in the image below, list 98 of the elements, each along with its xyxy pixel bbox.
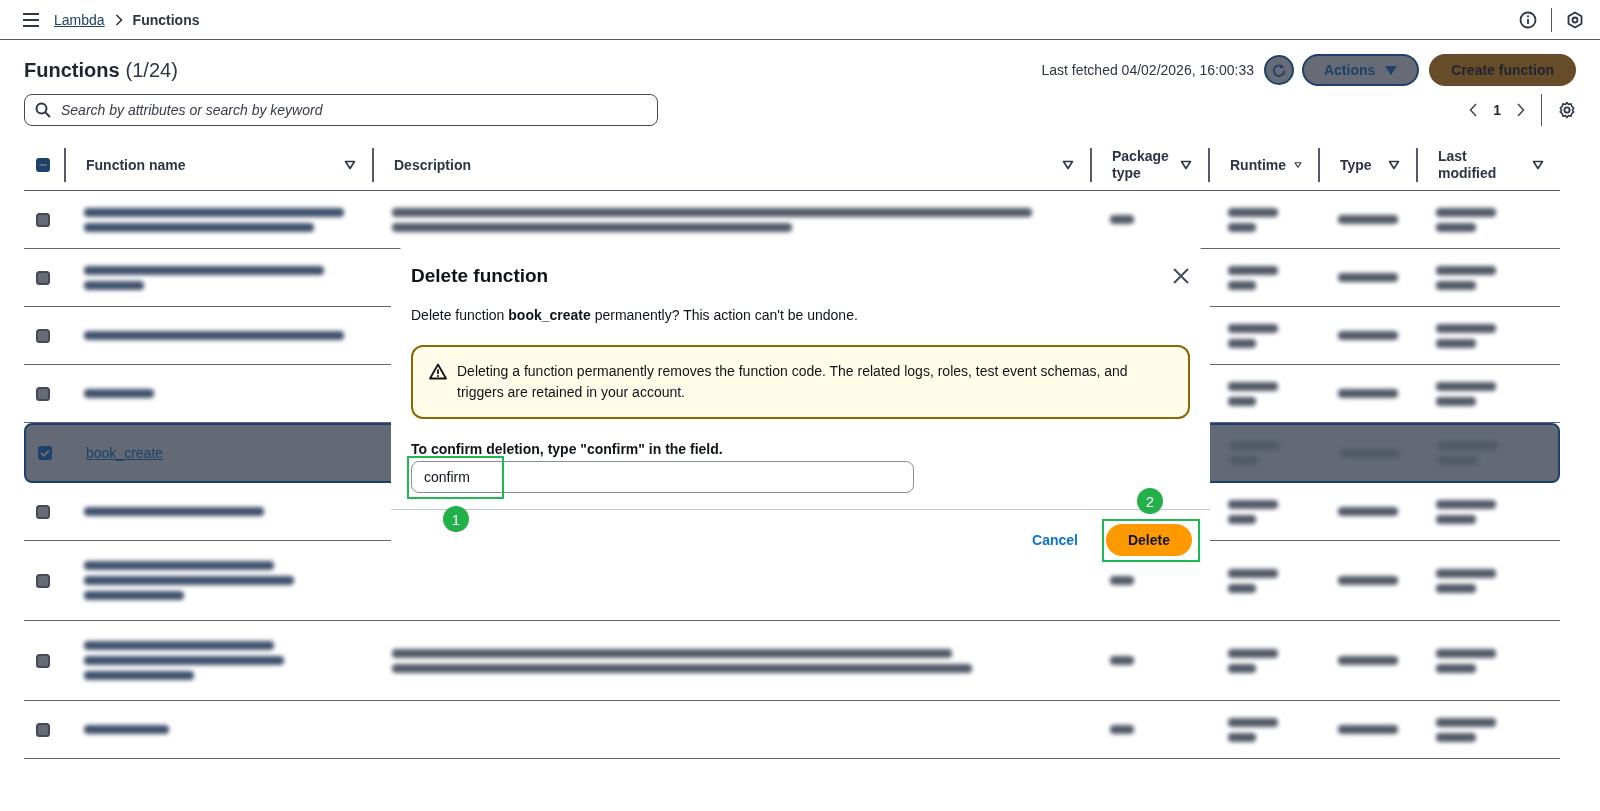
breadcrumb-link[interactable]: Lambda <box>54 11 105 28</box>
blurred-text <box>1436 222 1476 232</box>
delete-button[interactable]: Delete <box>1105 524 1192 556</box>
refresh-button[interactable] <box>1263 55 1294 85</box>
blurred-text <box>1228 583 1256 593</box>
blurred-text <box>1436 396 1476 406</box>
blurred-text <box>1228 265 1278 275</box>
column-label: Type <box>1340 156 1373 174</box>
dialog-message: Delete function book_create permanently? This action can't be undone. <box>411 307 859 323</box>
page-title: Functions <box>24 58 120 82</box>
column-label: Function name <box>86 156 187 174</box>
blurred-text <box>1436 663 1476 673</box>
blurred-text <box>1110 656 1134 665</box>
step-number-badge: 1 <box>443 506 469 532</box>
row-checkbox[interactable] <box>38 446 52 460</box>
row-checkbox[interactable] <box>36 504 50 519</box>
warning-icon <box>429 363 447 380</box>
blurred-text <box>1110 576 1134 585</box>
chevron-right-icon <box>114 13 123 26</box>
row-checkbox[interactable] <box>36 212 50 227</box>
blurred-text <box>1338 576 1398 585</box>
blurred-text <box>1228 717 1278 727</box>
blurred-text <box>1228 280 1256 290</box>
caret-down-icon <box>1532 160 1544 170</box>
blurred-text <box>1228 323 1278 333</box>
info-icon[interactable] <box>1519 10 1537 29</box>
blurred-text <box>1338 331 1398 340</box>
blurred-text <box>1338 389 1398 398</box>
refresh-icon <box>1271 62 1286 78</box>
blurred-text <box>1436 732 1476 742</box>
blurred-text <box>1436 280 1476 290</box>
blurred-text <box>1228 514 1256 524</box>
step-number-badge: 2 <box>1136 488 1163 514</box>
blurred-text <box>1436 499 1496 509</box>
blurred-text <box>1338 507 1398 516</box>
column-label: Description <box>394 156 472 174</box>
blurred-text <box>1228 338 1256 348</box>
blurred-text <box>1436 323 1496 333</box>
column-label: Package type <box>1112 148 1170 182</box>
blurred-text <box>1338 725 1398 734</box>
blurred-text <box>84 280 144 290</box>
column-label: Last modified <box>1438 148 1498 182</box>
row-checkbox[interactable] <box>36 270 50 285</box>
dialog-title: Delete function <box>411 265 550 287</box>
last-fetched-text: Last fetched 04/02/2026, 16:00:33 <box>1041 62 1254 78</box>
search-input[interactable]: Search by attributes or search by keyword <box>59 101 647 119</box>
blurred-text <box>1338 215 1398 224</box>
blurred-text <box>1228 663 1256 673</box>
row-checkbox[interactable] <box>36 328 50 343</box>
row-checkbox[interactable] <box>36 573 50 588</box>
blurred-text <box>1228 499 1278 509</box>
chevron-left-icon[interactable] <box>1469 103 1478 117</box>
blurred-text <box>1436 583 1476 593</box>
caret-down-icon <box>1388 160 1400 170</box>
blurred-text <box>1110 215 1134 224</box>
function-count: (1/24) <box>125 58 178 82</box>
blurred-text <box>1228 207 1278 217</box>
blurred-text <box>1436 514 1476 524</box>
blurred-text <box>1228 381 1278 391</box>
blurred-text <box>1228 648 1278 658</box>
close-icon[interactable] <box>1172 267 1190 285</box>
blurred-text <box>1110 725 1134 734</box>
caret-down-icon <box>1180 160 1192 170</box>
caret-down-icon <box>1385 65 1398 75</box>
caret-down-icon <box>1294 160 1302 170</box>
blurred-text <box>1338 656 1398 665</box>
blurred-text <box>84 389 154 398</box>
confirm-input-field[interactable]: confirm <box>411 461 914 493</box>
hexagon-icon[interactable] <box>1566 10 1584 29</box>
confirm-label: To confirm deletion, type "confirm" in the field. <box>411 441 724 457</box>
settings-icon[interactable] <box>1558 101 1576 119</box>
blurred-text <box>1436 568 1496 578</box>
caret-down-icon <box>1062 160 1074 170</box>
select-all-checkbox[interactable] <box>36 158 50 172</box>
blurred-text <box>1436 648 1496 658</box>
blurred-text <box>1228 222 1256 232</box>
row-checkbox[interactable] <box>36 653 50 668</box>
cancel-button[interactable]: Cancel <box>1030 528 1080 552</box>
row-checkbox[interactable] <box>36 386 50 401</box>
blurred-text <box>1436 338 1476 348</box>
search-field[interactable]: Search by attributes or search by keyword <box>24 94 658 126</box>
blurred-text <box>1228 568 1278 578</box>
blurred-text <box>1338 273 1398 282</box>
blurred-text <box>1436 207 1496 217</box>
breadcrumb-current: Functions <box>132 11 200 28</box>
row-checkbox[interactable] <box>36 722 50 737</box>
blurred-text <box>1436 265 1496 275</box>
chevron-right-icon[interactable] <box>1517 103 1525 117</box>
search-icon <box>35 102 51 118</box>
column-label: Runtime <box>1230 156 1286 174</box>
blurred-text <box>1228 732 1256 742</box>
page-number[interactable]: 1 <box>1493 102 1501 118</box>
warning-text: Deleting a function permanently removes the function code. The related logs, roles, test event schemas, and triggers are retained in your account. <box>457 362 1129 402</box>
blurred-text <box>1436 381 1496 391</box>
caret-down-icon <box>344 160 356 170</box>
blurred-text <box>1436 717 1496 727</box>
menu-icon[interactable] <box>22 12 40 27</box>
blurred-text <box>1228 396 1256 406</box>
